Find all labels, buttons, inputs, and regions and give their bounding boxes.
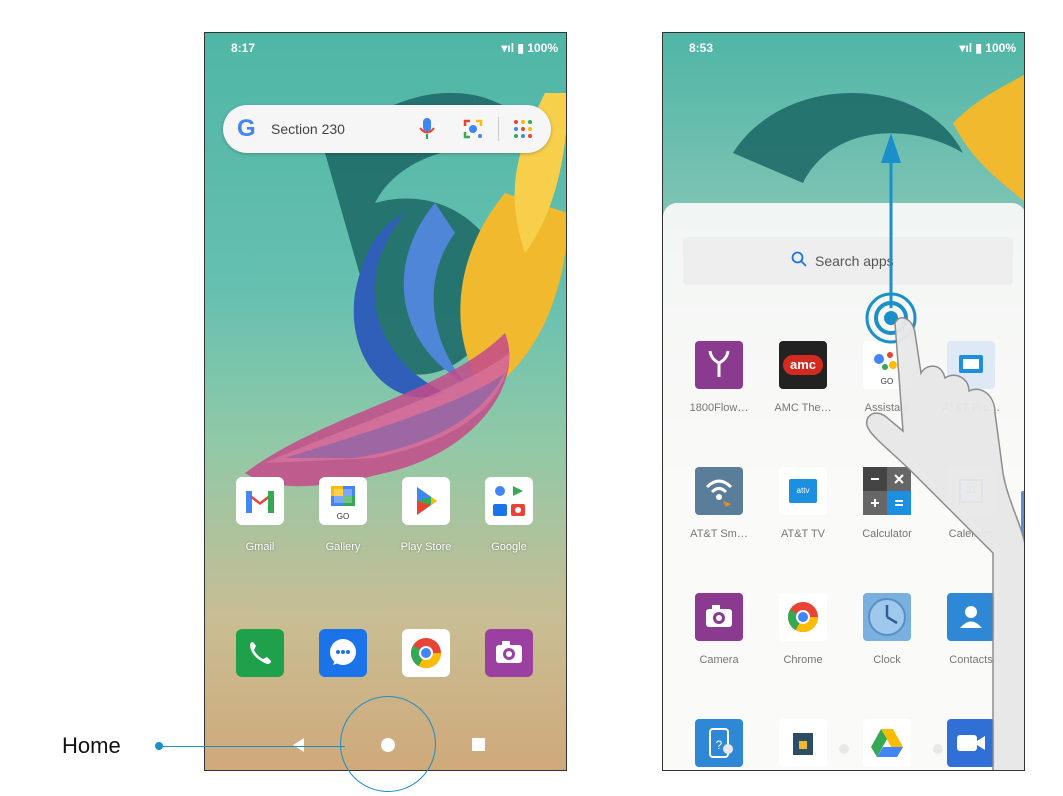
- play-store-icon: [402, 477, 450, 525]
- status-icons: ▾ıl ▮ 100%: [501, 41, 558, 55]
- phone-icon: [236, 629, 284, 677]
- go-badge: GO: [336, 512, 350, 521]
- callout-line: [160, 746, 345, 747]
- google-logo: G: [237, 115, 256, 142]
- app-label: Gallery: [325, 541, 361, 553]
- app-play-store[interactable]: Play Store: [395, 477, 457, 553]
- messages-icon: [319, 629, 367, 677]
- app-google-folder[interactable]: Google: [478, 477, 540, 553]
- gmail-icon: [236, 477, 284, 525]
- search-divider: [498, 117, 499, 141]
- left-phone-screen: 8:17 ▾ıl ▮ 100% G Section 230 Gmail GO G…: [204, 32, 567, 771]
- camera-icon: [485, 629, 533, 677]
- right-phone-screen: 8:53 ▾ıl ▮ 100% Search apps 1800Flow… am…: [662, 32, 1025, 771]
- dock-messages[interactable]: [312, 629, 374, 677]
- google-folder-icon: [485, 477, 533, 525]
- app-gmail[interactable]: Gmail: [229, 477, 291, 553]
- apps-grid-icon[interactable]: [513, 119, 533, 139]
- dock-camera[interactable]: [478, 629, 540, 677]
- search-query: Section 230: [271, 121, 345, 137]
- hand-icon: [866, 317, 1024, 770]
- app-label: Gmail: [245, 541, 275, 553]
- gallery-icon: GO: [319, 477, 367, 525]
- chrome-icon: [402, 629, 450, 677]
- status-bar: 8:17 ▾ıl ▮ 100%: [205, 33, 566, 61]
- back-button[interactable]: [293, 738, 304, 752]
- app-gallery[interactable]: GO Gallery: [312, 477, 374, 553]
- app-label: Google: [491, 541, 527, 553]
- lens-icon[interactable]: [461, 117, 485, 141]
- home-callout-label: Home: [62, 733, 121, 758]
- swipe-gesture-overlay: [865, 133, 1024, 770]
- app-label: Play Store: [400, 541, 452, 553]
- google-search-bar[interactable]: G Section 230: [223, 105, 551, 153]
- dock-chrome[interactable]: [395, 629, 457, 677]
- clock-time: 8:17: [231, 41, 256, 55]
- mic-icon[interactable]: [419, 117, 435, 141]
- dock-phone[interactable]: [229, 629, 291, 677]
- home-button-highlight: [340, 696, 436, 792]
- recents-button[interactable]: [472, 738, 485, 751]
- swipe-arrow-head: [881, 133, 901, 163]
